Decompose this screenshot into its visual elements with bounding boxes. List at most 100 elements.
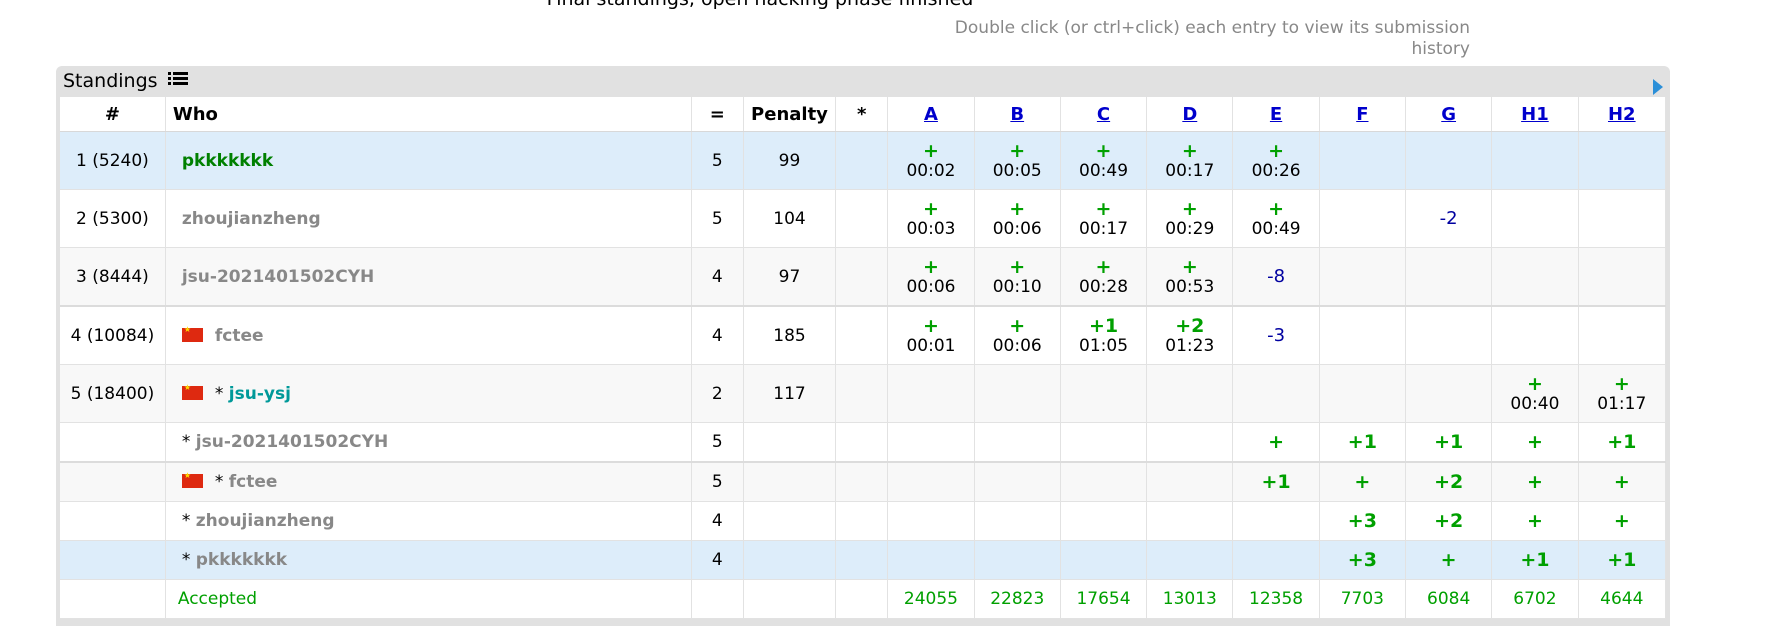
problem-link-a[interactable]: A bbox=[924, 104, 938, 125]
problem-link-c[interactable]: C bbox=[1097, 104, 1110, 125]
problem-result-cell[interactable]: +00:17 bbox=[1146, 131, 1234, 190]
problem-result-cell[interactable]: +00:28 bbox=[1060, 247, 1148, 307]
participant-name[interactable]: jsu-2021401502CYH bbox=[182, 267, 374, 287]
who-cell[interactable]: * fctee bbox=[165, 461, 692, 502]
problem-header-a[interactable]: A bbox=[887, 97, 975, 132]
problem-result-cell[interactable]: +2 bbox=[1405, 501, 1493, 541]
problem-result-cell[interactable]: -8 bbox=[1232, 247, 1320, 307]
problem-result-cell[interactable]: +00:49 bbox=[1060, 131, 1148, 190]
problem-link-g[interactable]: G bbox=[1441, 104, 1456, 125]
problem-result-cell[interactable]: +1 bbox=[1405, 422, 1493, 463]
problem-result-cell[interactable]: +00:17 bbox=[1060, 189, 1148, 248]
problem-result-cell[interactable]: +3 bbox=[1319, 501, 1407, 541]
problem-result-cell[interactable]: +2 01:23 bbox=[1146, 305, 1234, 365]
problem-header-b[interactable]: B bbox=[974, 97, 1061, 132]
participant-handle[interactable]: pkkkkkkk bbox=[196, 550, 287, 570]
who-cell[interactable]: pkkkkkkk bbox=[165, 131, 692, 190]
problem-result-cell[interactable]: + bbox=[1405, 540, 1493, 580]
problem-link-f[interactable]: F bbox=[1356, 104, 1368, 125]
who-cell[interactable]: * pkkkkkkk bbox=[165, 540, 692, 580]
problem-result-cell[interactable]: + bbox=[1319, 461, 1407, 502]
problem-header-e[interactable]: E bbox=[1232, 97, 1320, 132]
problem-result-cell bbox=[1319, 131, 1407, 190]
problem-header-c[interactable]: C bbox=[1060, 97, 1148, 132]
problem-result-cell[interactable]: + bbox=[1232, 422, 1320, 463]
problem-header-h2[interactable]: H2 bbox=[1578, 97, 1667, 132]
problem-header-d[interactable]: D bbox=[1146, 97, 1234, 132]
problem-result-cell[interactable]: +2 bbox=[1405, 461, 1493, 502]
problem-result-cell[interactable]: +1 bbox=[1232, 461, 1320, 502]
participant-row[interactable]: 2 (5300) zhoujianzheng 5 104 +00:03 +00:06 +00… bbox=[60, 189, 1667, 248]
problem-result-cell[interactable]: + bbox=[1578, 461, 1667, 502]
problem-result-cell[interactable]: +00:49 bbox=[1232, 189, 1320, 248]
problem-result-cell[interactable]: +1 bbox=[1319, 422, 1407, 463]
problem-result-cell[interactable]: +1 bbox=[1491, 540, 1579, 580]
problem-result-cell[interactable]: +00:01 bbox=[887, 305, 975, 365]
problem-header-h1[interactable]: H1 bbox=[1491, 97, 1579, 132]
problem-result-cell[interactable]: +00:05 bbox=[974, 131, 1061, 190]
problem-link-h1[interactable]: H1 bbox=[1521, 104, 1549, 125]
problem-result-cell[interactable]: + bbox=[1491, 461, 1579, 502]
participant-handle[interactable]: zhoujianzheng bbox=[196, 511, 335, 531]
problem-result-cell[interactable]: +00:06 bbox=[887, 247, 975, 307]
participant-handle[interactable]: jsu-ysj bbox=[229, 384, 291, 404]
participant-handle[interactable]: pkkkkkkk bbox=[182, 151, 273, 171]
problem-result-cell[interactable]: + bbox=[1491, 422, 1579, 463]
problem-result-cell[interactable]: +00:29 bbox=[1146, 189, 1234, 248]
participant-name[interactable]: pkkkkkkk bbox=[182, 151, 273, 171]
participant-handle[interactable]: zhoujianzheng bbox=[182, 209, 321, 229]
who-cell[interactable]: * jsu-ysj bbox=[165, 364, 692, 423]
participant-name[interactable]: zhoujianzheng bbox=[196, 511, 335, 531]
participant-row[interactable]: * pkkkkkkk 4 +3 + +1 +1 bbox=[60, 540, 1667, 580]
participant-name[interactable]: jsu-2021401502CYH bbox=[196, 432, 388, 452]
list-icon[interactable] bbox=[167, 66, 188, 97]
problem-result-cell[interactable]: +3 bbox=[1319, 540, 1407, 580]
participant-row[interactable]: 5 (18400)* jsu-ysj2117+00:40+01:17 bbox=[60, 364, 1667, 423]
problem-result-cell[interactable]: +1 01:05 bbox=[1060, 305, 1148, 365]
who-cell[interactable]: * zhoujianzheng bbox=[165, 501, 692, 541]
problem-result-cell[interactable]: +00:40 bbox=[1491, 364, 1579, 423]
problem-result-cell[interactable]: -3 bbox=[1232, 305, 1320, 365]
problem-header-f[interactable]: F bbox=[1319, 97, 1407, 132]
participant-name[interactable]: fctee bbox=[229, 472, 278, 492]
who-cell[interactable]: jsu-2021401502CYH bbox=[165, 247, 692, 307]
accepted-count: 13013 bbox=[1146, 579, 1234, 619]
accepted-mark: + bbox=[1009, 139, 1026, 162]
problem-link-e[interactable]: E bbox=[1270, 104, 1282, 125]
hacks-cell bbox=[835, 422, 889, 463]
who-cell[interactable]: zhoujianzheng bbox=[165, 189, 692, 248]
problem-link-b[interactable]: B bbox=[1010, 104, 1024, 125]
problem-result-cell[interactable]: + bbox=[1491, 501, 1579, 541]
problem-link-h2[interactable]: H2 bbox=[1608, 104, 1636, 125]
participant-handle[interactable]: fctee bbox=[215, 326, 264, 346]
participant-row[interactable]: 3 (8444) jsu-2021401502CYH 4 97 +00:06 +00:10… bbox=[60, 247, 1667, 307]
participant-row[interactable]: * jsu-2021401502CYH 5 + +1 +1 + +1 bbox=[60, 422, 1667, 463]
problem-result-cell[interactable]: +00:06 bbox=[974, 189, 1061, 248]
participant-name[interactable]: zhoujianzheng bbox=[182, 209, 321, 229]
problem-result-cell[interactable]: +1 bbox=[1578, 422, 1667, 463]
who-cell[interactable]: fctee bbox=[165, 305, 692, 365]
problem-link-d[interactable]: D bbox=[1182, 104, 1197, 125]
problem-result-cell[interactable]: +00:10 bbox=[974, 247, 1061, 307]
participant-name[interactable]: pkkkkkkk bbox=[196, 550, 287, 570]
problem-result-cell[interactable]: +00:03 bbox=[887, 189, 975, 248]
problem-result-cell[interactable]: +00:06 bbox=[974, 305, 1061, 365]
participant-row[interactable]: 4 (10084)fctee4185+00:01+00:06+101:05+20… bbox=[60, 305, 1667, 365]
participant-row[interactable]: * zhoujianzheng 4 +3 +2 + + bbox=[60, 501, 1667, 541]
problem-result-cell[interactable]: + bbox=[1578, 501, 1667, 541]
participant-name[interactable]: fctee bbox=[215, 326, 264, 346]
problem-result-cell[interactable]: -2 bbox=[1405, 189, 1493, 248]
problem-result-cell[interactable]: +00:26 bbox=[1232, 131, 1320, 190]
participant-handle[interactable]: jsu-2021401502CYH bbox=[182, 267, 374, 287]
participant-row[interactable]: * fctee5+1++2++ bbox=[60, 461, 1667, 502]
who-cell[interactable]: * jsu-2021401502CYH bbox=[165, 422, 692, 463]
problem-header-g[interactable]: G bbox=[1405, 97, 1493, 132]
participant-handle[interactable]: fctee bbox=[229, 472, 278, 492]
participant-name[interactable]: jsu-ysj bbox=[229, 384, 291, 404]
participant-handle[interactable]: jsu-2021401502CYH bbox=[196, 432, 388, 452]
problem-result-cell[interactable]: +00:53 bbox=[1146, 247, 1234, 307]
problem-result-cell[interactable]: +01:17 bbox=[1578, 364, 1667, 423]
problem-result-cell[interactable]: +00:02 bbox=[887, 131, 975, 190]
problem-result-cell[interactable]: +1 bbox=[1578, 540, 1667, 580]
participant-row[interactable]: 1 (5240) pkkkkkkk 5 99 +00:02 +00:05 +00:49 +00… bbox=[60, 131, 1667, 190]
